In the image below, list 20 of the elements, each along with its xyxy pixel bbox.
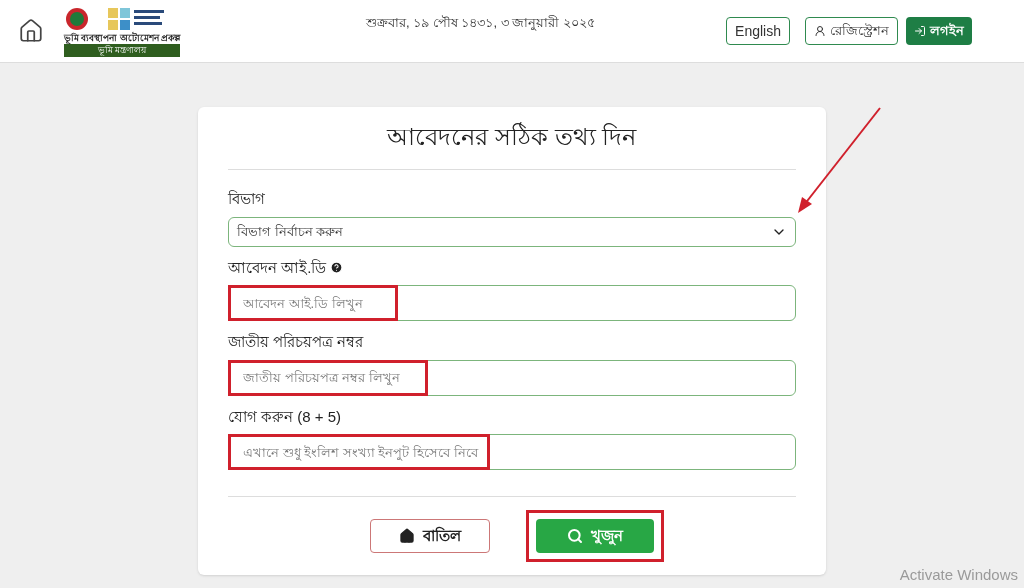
activation-notice: Activate Windows xyxy=(899,564,1018,585)
login-button[interactable]: লগইন xyxy=(906,17,972,45)
logo-ribbon: ভূমি মন্ত্রণালয় xyxy=(64,43,180,57)
home-icon[interactable] xyxy=(18,18,44,44)
cancel-button[interactable]: বাতিল xyxy=(370,519,490,553)
field-label: আবেদন আই.ডি xyxy=(228,257,327,278)
field-label: যোগ করুন (8 + 5) xyxy=(228,406,342,427)
search-icon xyxy=(567,528,583,544)
language-button[interactable]: English xyxy=(726,17,790,45)
date-text: শুক্রবার, ১৯ পৌষ ১৪৩১, ৩ জানুয়ারী ২০২৫ xyxy=(366,14,595,33)
help-icon[interactable] xyxy=(330,261,344,275)
field-label: বিভাগ xyxy=(228,189,265,209)
login-icon xyxy=(914,25,926,37)
user-icon xyxy=(814,25,826,37)
home-icon xyxy=(399,528,415,544)
form-title: আবেদনের সঠিক তথ্য দিন xyxy=(385,121,638,152)
field-label: জাতীয় পরিচয়পত্র নম্বর xyxy=(228,332,364,352)
logo-caption: ভূমি ব্যবস্থাপনা অটোমেশন প্রকল্প xyxy=(63,31,181,44)
division-select[interactable]: বিভাগ নির্বাচন করুন xyxy=(228,216,796,247)
register-button[interactable]: রেজিস্ট্রেশন xyxy=(805,17,898,45)
